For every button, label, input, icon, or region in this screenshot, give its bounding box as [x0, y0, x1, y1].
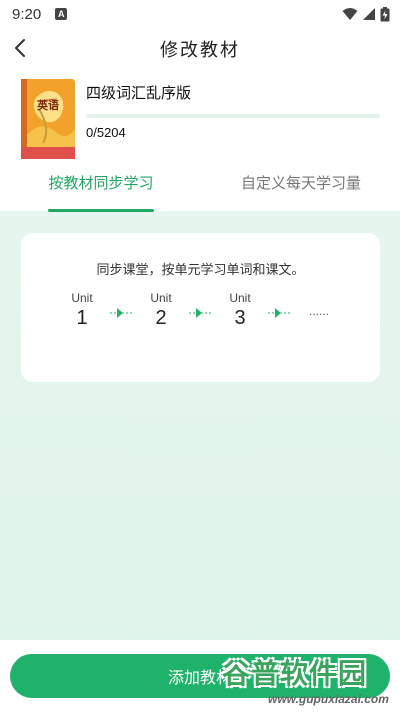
unit-number: 1 — [76, 307, 88, 329]
arrow-right-icon — [189, 308, 213, 318]
more-units-ellipsis: ...... — [309, 304, 330, 318]
book-card: 英语 四级词汇乱序版 0/5204 — [0, 76, 400, 164]
watermark-text: 谷普软件园 — [222, 657, 368, 690]
status-icons — [342, 6, 390, 22]
arrow-right-icon — [110, 308, 134, 318]
notification-a-icon: A — [55, 8, 68, 20]
status-bar: 9:20 A — [0, 0, 400, 28]
book-cover-text: 英语 — [36, 98, 59, 112]
back-button[interactable] — [6, 34, 34, 62]
wifi-icon — [342, 8, 358, 20]
tab-custom-daily-label: 自定义每天学习量 — [240, 174, 361, 192]
watermark-url: www.gupuxiazai.com — [268, 692, 389, 706]
unit-label: Unit — [229, 291, 251, 305]
status-time: 9:20 — [12, 5, 42, 23]
sync-mode-card: 同步课堂，按单元学习单词和课文。 Unit 1 Unit 2 Unit 3 ..… — [21, 233, 380, 382]
unit-number: 3 — [234, 307, 246, 329]
chevron-left-icon — [15, 39, 25, 57]
site-watermark: 谷普软件园 www.gupuxiazai.com — [216, 648, 400, 712]
tab-custom-daily[interactable]: 自定义每天学习量 — [236, 172, 366, 212]
battery-icon — [380, 6, 390, 21]
tab-sync-textbook-label: 按教材同步学习 — [48, 174, 154, 192]
active-tab-underline — [48, 209, 154, 212]
arrow-right-icon — [268, 308, 292, 318]
unit-step: Unit 1 — [62, 291, 102, 330]
unit-label: Unit — [150, 291, 172, 305]
tab-sync-textbook[interactable]: 按教材同步学习 — [45, 172, 157, 212]
unit-step: Unit 3 — [220, 291, 260, 330]
progress-count: 0/5204 — [86, 125, 126, 140]
unit-sequence: Unit 1 Unit 2 Unit 3 ...... — [21, 291, 380, 331]
unit-label: Unit — [71, 291, 93, 305]
book-cover-image: 英语 — [21, 79, 75, 159]
unit-number: 2 — [155, 307, 167, 329]
learning-progress-bar — [86, 114, 380, 118]
mode-tabs: 按教材同步学习 自定义每天学习量 — [0, 172, 400, 212]
page-title: 修改教材 — [160, 40, 240, 61]
unit-step: Unit 2 — [141, 291, 181, 330]
signal-icon — [363, 8, 375, 20]
book-name: 四级词汇乱序版 — [86, 84, 192, 102]
sync-mode-description: 同步课堂，按单元学习单词和课文。 — [96, 263, 305, 278]
title-bar: 修改教材 — [0, 28, 400, 70]
